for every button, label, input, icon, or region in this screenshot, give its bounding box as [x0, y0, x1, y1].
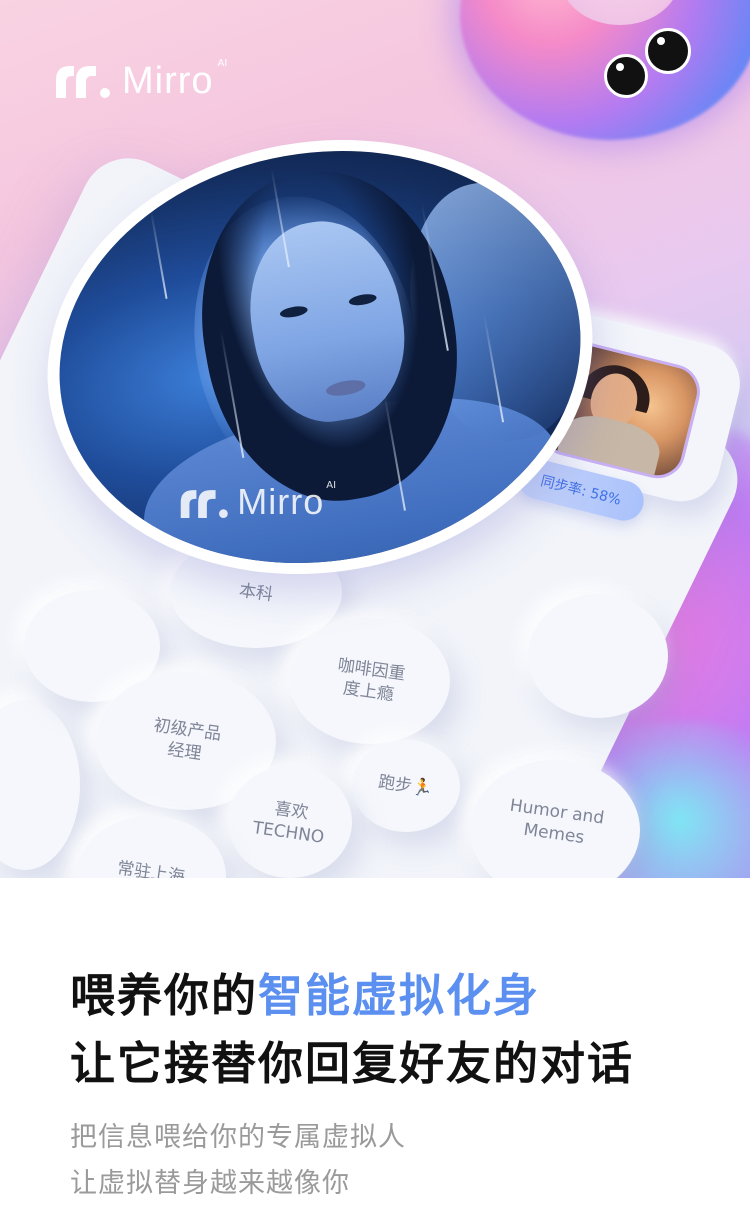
- mirro-logo-icon: [180, 490, 228, 519]
- tag-label: 常驻上海: [115, 858, 187, 878]
- mascot-eye: [645, 28, 691, 74]
- tag-bubble-run: 跑步🏃: [352, 740, 460, 832]
- mascot-eye: [604, 54, 648, 98]
- brand-name: Mirro: [122, 60, 214, 102]
- brand-ai-mark: AI: [217, 58, 228, 69]
- mirro-logo-icon: [56, 66, 110, 98]
- headline-line-1: 喂养你的智能虚拟化身: [70, 962, 634, 1030]
- brand-logo: Mirro AI: [52, 58, 227, 102]
- headline-plain: 喂养你的: [70, 969, 259, 1022]
- tag-bubble-coffee: 咖啡因重 度上瘾: [290, 618, 450, 744]
- tag-label: 本科: [237, 580, 275, 606]
- watermark-text: Mirro: [237, 481, 325, 523]
- headline: 喂养你的智能虚拟化身 让它接替你回复好友的对话: [70, 962, 634, 1098]
- tag-bubble: [528, 594, 668, 718]
- subtext-line-2: 让虚拟替身越来越像你: [70, 1168, 350, 1199]
- hero-artwork: 本科 咖啡因重 度上瘾 初级产品 经理 跑步🏃 喜欢 TECHNO Humor …: [0, 0, 750, 878]
- subtext: 把信息喂给你的专属虚拟人 让虚拟替身越来越像你: [70, 1115, 406, 1207]
- watermark-ai: AI: [326, 480, 337, 492]
- headline-accent: 智能虚拟化身: [258, 969, 541, 1022]
- tag-bubble-techno: 喜欢 TECHNO: [228, 766, 352, 878]
- watermark-logo: Mirro AI: [177, 480, 336, 523]
- subtext-line-1: 把信息喂给你的专属虚拟人: [70, 1122, 406, 1153]
- tag-label: 跑步🏃: [377, 772, 435, 800]
- headline-line-2: 让它接替你回复好友的对话: [70, 1037, 635, 1090]
